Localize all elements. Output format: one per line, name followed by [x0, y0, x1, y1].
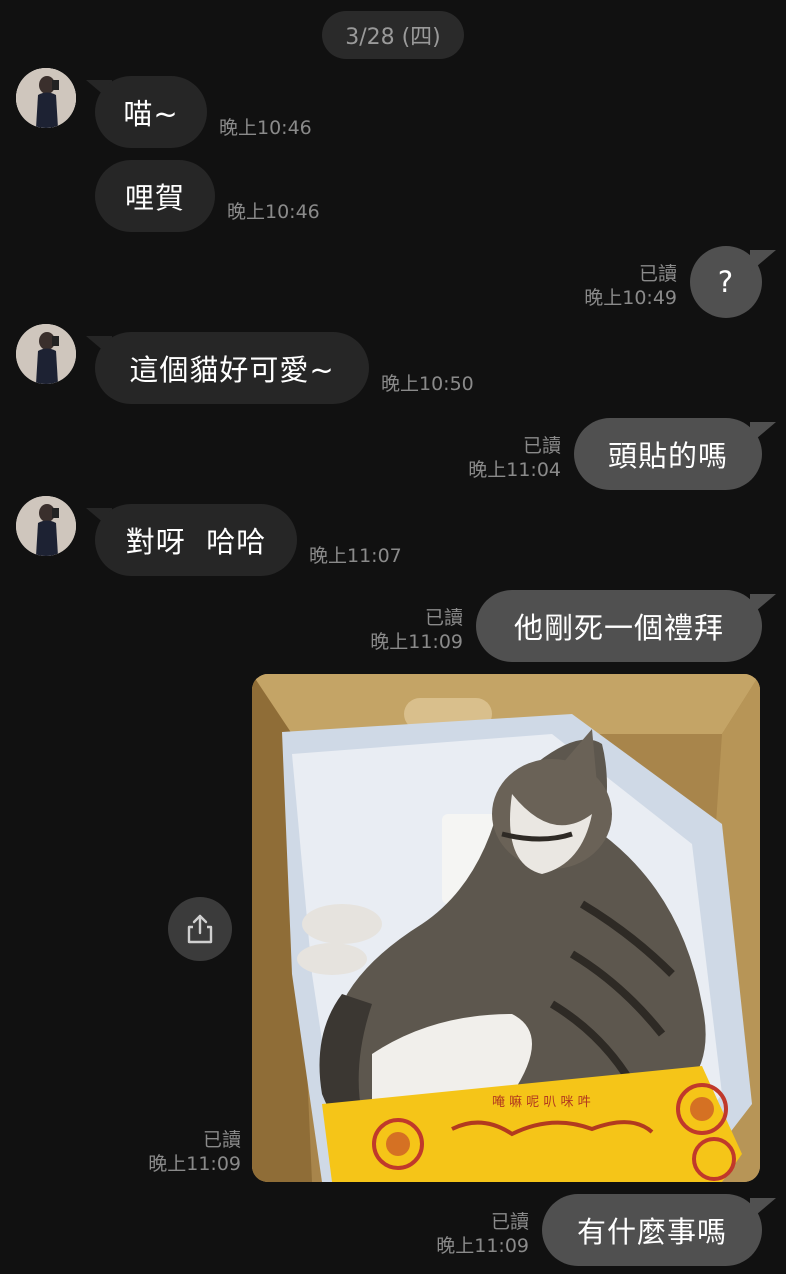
- avatar-image: [16, 324, 76, 384]
- message-bubble-incoming[interactable]: 喵~: [95, 76, 207, 148]
- contact-avatar[interactable]: [16, 324, 76, 384]
- message-time: 晚上11:07: [309, 545, 402, 567]
- message-bubble-incoming[interactable]: 對呀 哈哈: [95, 504, 297, 576]
- bubble-tail: [750, 1198, 776, 1220]
- message-time: 晚上11:09: [370, 631, 463, 653]
- message-time: 晚上10:50: [381, 373, 474, 395]
- message-bubble-outgoing[interactable]: 他剛死一個禮拜: [476, 590, 762, 662]
- read-receipt: 已讀: [424, 607, 463, 629]
- avatar-image: [16, 68, 76, 128]
- message-bubble-incoming[interactable]: 哩賀: [95, 160, 215, 232]
- message-time: 晚上10:46: [219, 117, 312, 139]
- read-receipt: 已讀: [202, 1129, 241, 1151]
- read-receipt: 已讀: [490, 1211, 529, 1233]
- contact-avatar[interactable]: [16, 68, 76, 128]
- message-time: 晚上10:49: [584, 287, 677, 309]
- message-bubble-incoming[interactable]: 這個貓好可愛~: [95, 332, 369, 404]
- avatar-image: [16, 496, 76, 556]
- read-receipt: 已讀: [638, 263, 677, 285]
- talisman-text: 唵 嘛 呢 叭 咪 吽: [492, 1094, 591, 1110]
- message-time: 晚上11:09: [436, 1235, 529, 1257]
- message-bubble-outgoing[interactable]: 頭貼的嗎: [574, 418, 762, 490]
- message-time: 晚上11:04: [468, 459, 561, 481]
- share-button[interactable]: [168, 897, 232, 961]
- message-bubble-outgoing[interactable]: 有什麼事嗎: [542, 1194, 762, 1266]
- cat-in-box-photo: 唵 嘛 呢 叭 咪 吽: [252, 674, 760, 1182]
- date-separator: 3/28 (四): [322, 11, 464, 59]
- message-time: 晚上11:09: [148, 1153, 241, 1175]
- read-receipt: 已讀: [522, 435, 561, 457]
- message-photo[interactable]: 唵 嘛 呢 叭 咪 吽: [252, 674, 760, 1182]
- share-icon: [187, 914, 213, 944]
- contact-avatar[interactable]: [16, 496, 76, 556]
- message-time: 晚上10:46: [227, 201, 320, 223]
